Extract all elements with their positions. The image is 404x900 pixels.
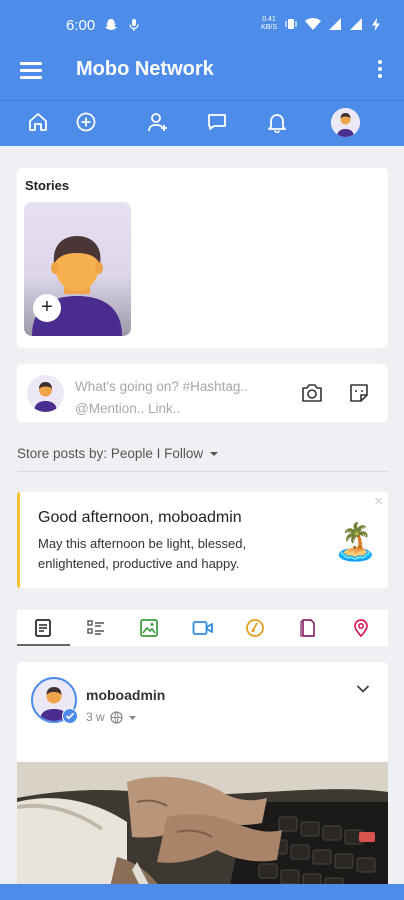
- wifi-icon: [305, 17, 321, 30]
- greeting-message: May this afternoon be light, blessed, en…: [38, 536, 247, 571]
- list-icon: [87, 620, 104, 635]
- battery-charging-icon: [372, 17, 380, 31]
- post-photo-hands-keyboard: [17, 762, 388, 900]
- stories-title: Stories: [25, 178, 70, 193]
- sticker-icon[interactable]: [347, 382, 371, 404]
- tab-photos[interactable]: [123, 610, 176, 646]
- sort-posts-dropdown[interactable]: Store posts by: People I Follow: [17, 446, 219, 461]
- status-time: 6:00: [66, 17, 96, 34]
- post-meta: 3 w: [86, 710, 137, 724]
- greeting-card: × Good afternoon, moboadmin May this aft…: [17, 492, 388, 588]
- post-time: 3 w: [86, 710, 105, 724]
- sort-label: Store posts by:: [17, 446, 108, 461]
- signal-2-icon: [350, 18, 362, 30]
- location-icon: [354, 619, 368, 638]
- app-bar: Mobo Network: [0, 48, 404, 131]
- bottom-bar: [0, 884, 404, 900]
- top-nav-bar: [0, 100, 404, 146]
- tab-videos[interactable]: [176, 610, 229, 646]
- image-icon: [140, 619, 158, 637]
- close-greeting-button[interactable]: ×: [374, 493, 383, 510]
- stories-card: Stories +: [17, 168, 388, 348]
- camera-icon[interactable]: [300, 382, 324, 404]
- post-author-name[interactable]: moboadmin: [86, 687, 165, 703]
- text-posts-icon: [35, 619, 51, 637]
- file-icon: [300, 619, 315, 637]
- video-icon: [192, 621, 213, 635]
- vibrate-icon: [285, 19, 297, 29]
- user-avatar-icon: [331, 108, 360, 137]
- tab-location[interactable]: [335, 610, 388, 646]
- composer-placeholder[interactable]: What's going on? #Hashtag.. @Mention.. L…: [75, 376, 275, 420]
- signal-icon: [329, 18, 341, 30]
- messages-icon[interactable]: [206, 111, 228, 133]
- tab-music[interactable]: [229, 610, 282, 646]
- post-card: moboadmin 3 w: [17, 662, 388, 900]
- status-notification-icons: [104, 16, 140, 32]
- add-story-button[interactable]: +: [33, 294, 61, 322]
- post-composer[interactable]: What's going on? #Hashtag.. @Mention.. L…: [17, 364, 388, 422]
- tab-list[interactable]: [70, 610, 123, 646]
- music-icon: [246, 619, 264, 637]
- island-emoji-icon: 🏝️: [333, 521, 378, 562]
- divider: [17, 471, 388, 472]
- post-filter-tabs: [17, 610, 388, 646]
- network-speed: 0.41 KB/S: [261, 16, 277, 31]
- add-circle-icon[interactable]: [75, 111, 97, 133]
- dropdown-caret-icon: [209, 452, 218, 457]
- overflow-menu-icon[interactable]: [378, 60, 384, 81]
- verified-badge-icon: [62, 708, 78, 724]
- status-right-icons: 0.41 KB/S: [261, 16, 382, 32]
- privacy-caret-icon[interactable]: [128, 714, 137, 721]
- snapchat-icon: [105, 18, 117, 30]
- add-friend-icon[interactable]: [147, 111, 169, 133]
- profile-avatar[interactable]: [331, 108, 360, 137]
- post-image[interactable]: [17, 762, 388, 900]
- app-title: Mobo Network: [76, 58, 214, 80]
- status-bar: 6:00 0.41 KB/S: [0, 0, 404, 48]
- notifications-bell-icon[interactable]: [266, 111, 288, 133]
- greeting-title: Good afternoon, moboadmin: [38, 509, 242, 526]
- globe-icon: [110, 710, 123, 724]
- composer-avatar: [27, 375, 64, 412]
- sort-value: People I Follow: [110, 446, 204, 461]
- chevron-down-icon[interactable]: [356, 684, 370, 694]
- user-avatar-icon: [34, 382, 57, 412]
- microphone-icon: [128, 18, 139, 31]
- create-story-thumbnail[interactable]: +: [24, 202, 131, 336]
- home-icon[interactable]: [27, 111, 49, 133]
- tab-text-posts[interactable]: [17, 610, 70, 646]
- tab-files[interactable]: [282, 610, 335, 646]
- menu-icon[interactable]: [20, 62, 42, 80]
